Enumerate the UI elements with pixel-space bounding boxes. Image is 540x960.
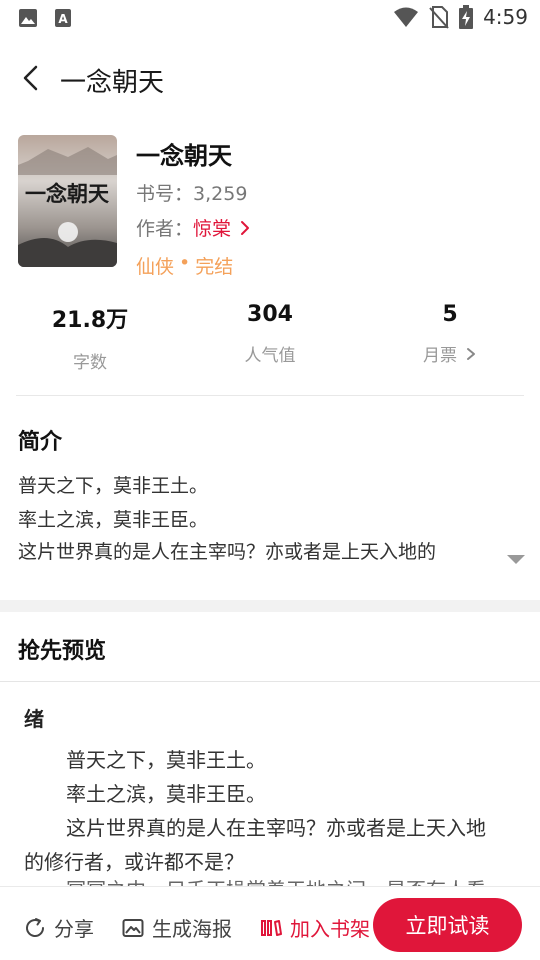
book-id-label: 书号： bbox=[136, 183, 194, 205]
bottom-action-bar: 分享 生成海报 加入书架 立即试读 bbox=[0, 886, 540, 960]
app-bar: 一念朝天 bbox=[0, 46, 540, 110]
section-separator bbox=[0, 600, 540, 612]
chevron-right-icon bbox=[467, 347, 475, 360]
stat-value: 304 bbox=[247, 302, 293, 327]
intro-line: 率土之滨，莫非王臣。 bbox=[18, 509, 209, 531]
share-icon bbox=[26, 917, 44, 937]
intro-line: 普天之下，莫非王土。 bbox=[18, 475, 209, 497]
share-label: 分享 bbox=[54, 917, 94, 941]
stat-popularity: 304 人气值 bbox=[180, 302, 360, 366]
bookshelf-icon bbox=[261, 919, 282, 936]
poster-image-icon bbox=[122, 918, 144, 937]
generate-poster-button[interactable]: 生成海报 bbox=[122, 913, 232, 942]
preview-line: 普天之下，莫非王土。 bbox=[66, 748, 266, 772]
share-button[interactable]: 分享 bbox=[24, 913, 94, 942]
image-icon bbox=[19, 9, 37, 27]
stat-value: 21.8万 bbox=[51, 308, 129, 333]
battery-charging-icon bbox=[459, 5, 474, 29]
preview-line: 率土之滨，莫非王臣。 bbox=[66, 782, 266, 806]
chevron-right-icon bbox=[241, 220, 250, 235]
divider bbox=[0, 681, 540, 682]
book-id: 书号：3,259 bbox=[136, 179, 247, 206]
chapter-title: 绪 bbox=[24, 707, 44, 731]
author-name: 惊棠 bbox=[193, 218, 232, 240]
book-cover-image: 一念朝天 bbox=[18, 135, 117, 267]
cover-title: 一念朝天 bbox=[25, 181, 110, 206]
preview-title: 抢先预览 bbox=[18, 639, 107, 664]
intro-line: 这片世界真的是人在主宰吗？亦或者是上天入地的 bbox=[18, 541, 437, 563]
stat-word-count: 21.8万 字数 bbox=[0, 302, 180, 373]
page-title: 一念朝天 bbox=[60, 68, 165, 98]
intro-title: 简介 bbox=[18, 430, 63, 455]
svg-text:A: A bbox=[58, 12, 68, 26]
back-button[interactable] bbox=[16, 62, 48, 94]
author-link[interactable]: 惊棠 bbox=[193, 214, 253, 241]
status-label: 完结 bbox=[195, 256, 234, 278]
status-bar: A 4:59 bbox=[0, 0, 540, 36]
book-author: 作者： 惊棠 bbox=[136, 214, 253, 241]
divider bbox=[16, 395, 524, 396]
expand-caret-icon[interactable] bbox=[505, 553, 527, 565]
read-now-button[interactable]: 立即试读 bbox=[373, 898, 522, 952]
no-sim-icon bbox=[429, 6, 449, 29]
genre-tags: 仙侠 • 完结 bbox=[136, 252, 233, 279]
stat-label: 字数 bbox=[73, 353, 107, 373]
author-label: 作者： bbox=[136, 218, 194, 240]
genre-separator: • bbox=[179, 252, 191, 274]
stat-label: 人气值 bbox=[244, 346, 296, 366]
book-cover[interactable]: 一念朝天 bbox=[18, 135, 117, 267]
genre-label[interactable]: 仙侠 bbox=[136, 252, 174, 279]
a-icon: A bbox=[55, 9, 71, 27]
book-id-value: 3,259 bbox=[193, 183, 248, 205]
wifi-icon bbox=[394, 7, 419, 27]
add-to-shelf-button[interactable]: 加入书架 bbox=[260, 913, 370, 942]
add-shelf-label: 加入书架 bbox=[290, 917, 370, 941]
preview-line: 的修行者，或许都不是？ bbox=[24, 850, 244, 874]
back-arrow-icon bbox=[23, 65, 38, 91]
book-info: 一念朝天 一念朝天 书号：3,259 作者： 惊棠 仙侠 • 完结 bbox=[0, 134, 540, 284]
poster-label: 生成海报 bbox=[152, 917, 232, 941]
book-stats: 21.8万 字数 304 人气值 5 月票 bbox=[0, 302, 540, 382]
preview-line: 这片世界真的是人在主宰吗？亦或者是上天入地 bbox=[66, 816, 486, 840]
stat-value: 5 bbox=[442, 302, 458, 327]
status-time: 4:59 bbox=[483, 5, 528, 29]
book-title: 一念朝天 bbox=[136, 142, 232, 170]
stat-monthly-ticket[interactable]: 5 月票 bbox=[360, 302, 540, 366]
stat-label: 月票 bbox=[423, 346, 457, 366]
